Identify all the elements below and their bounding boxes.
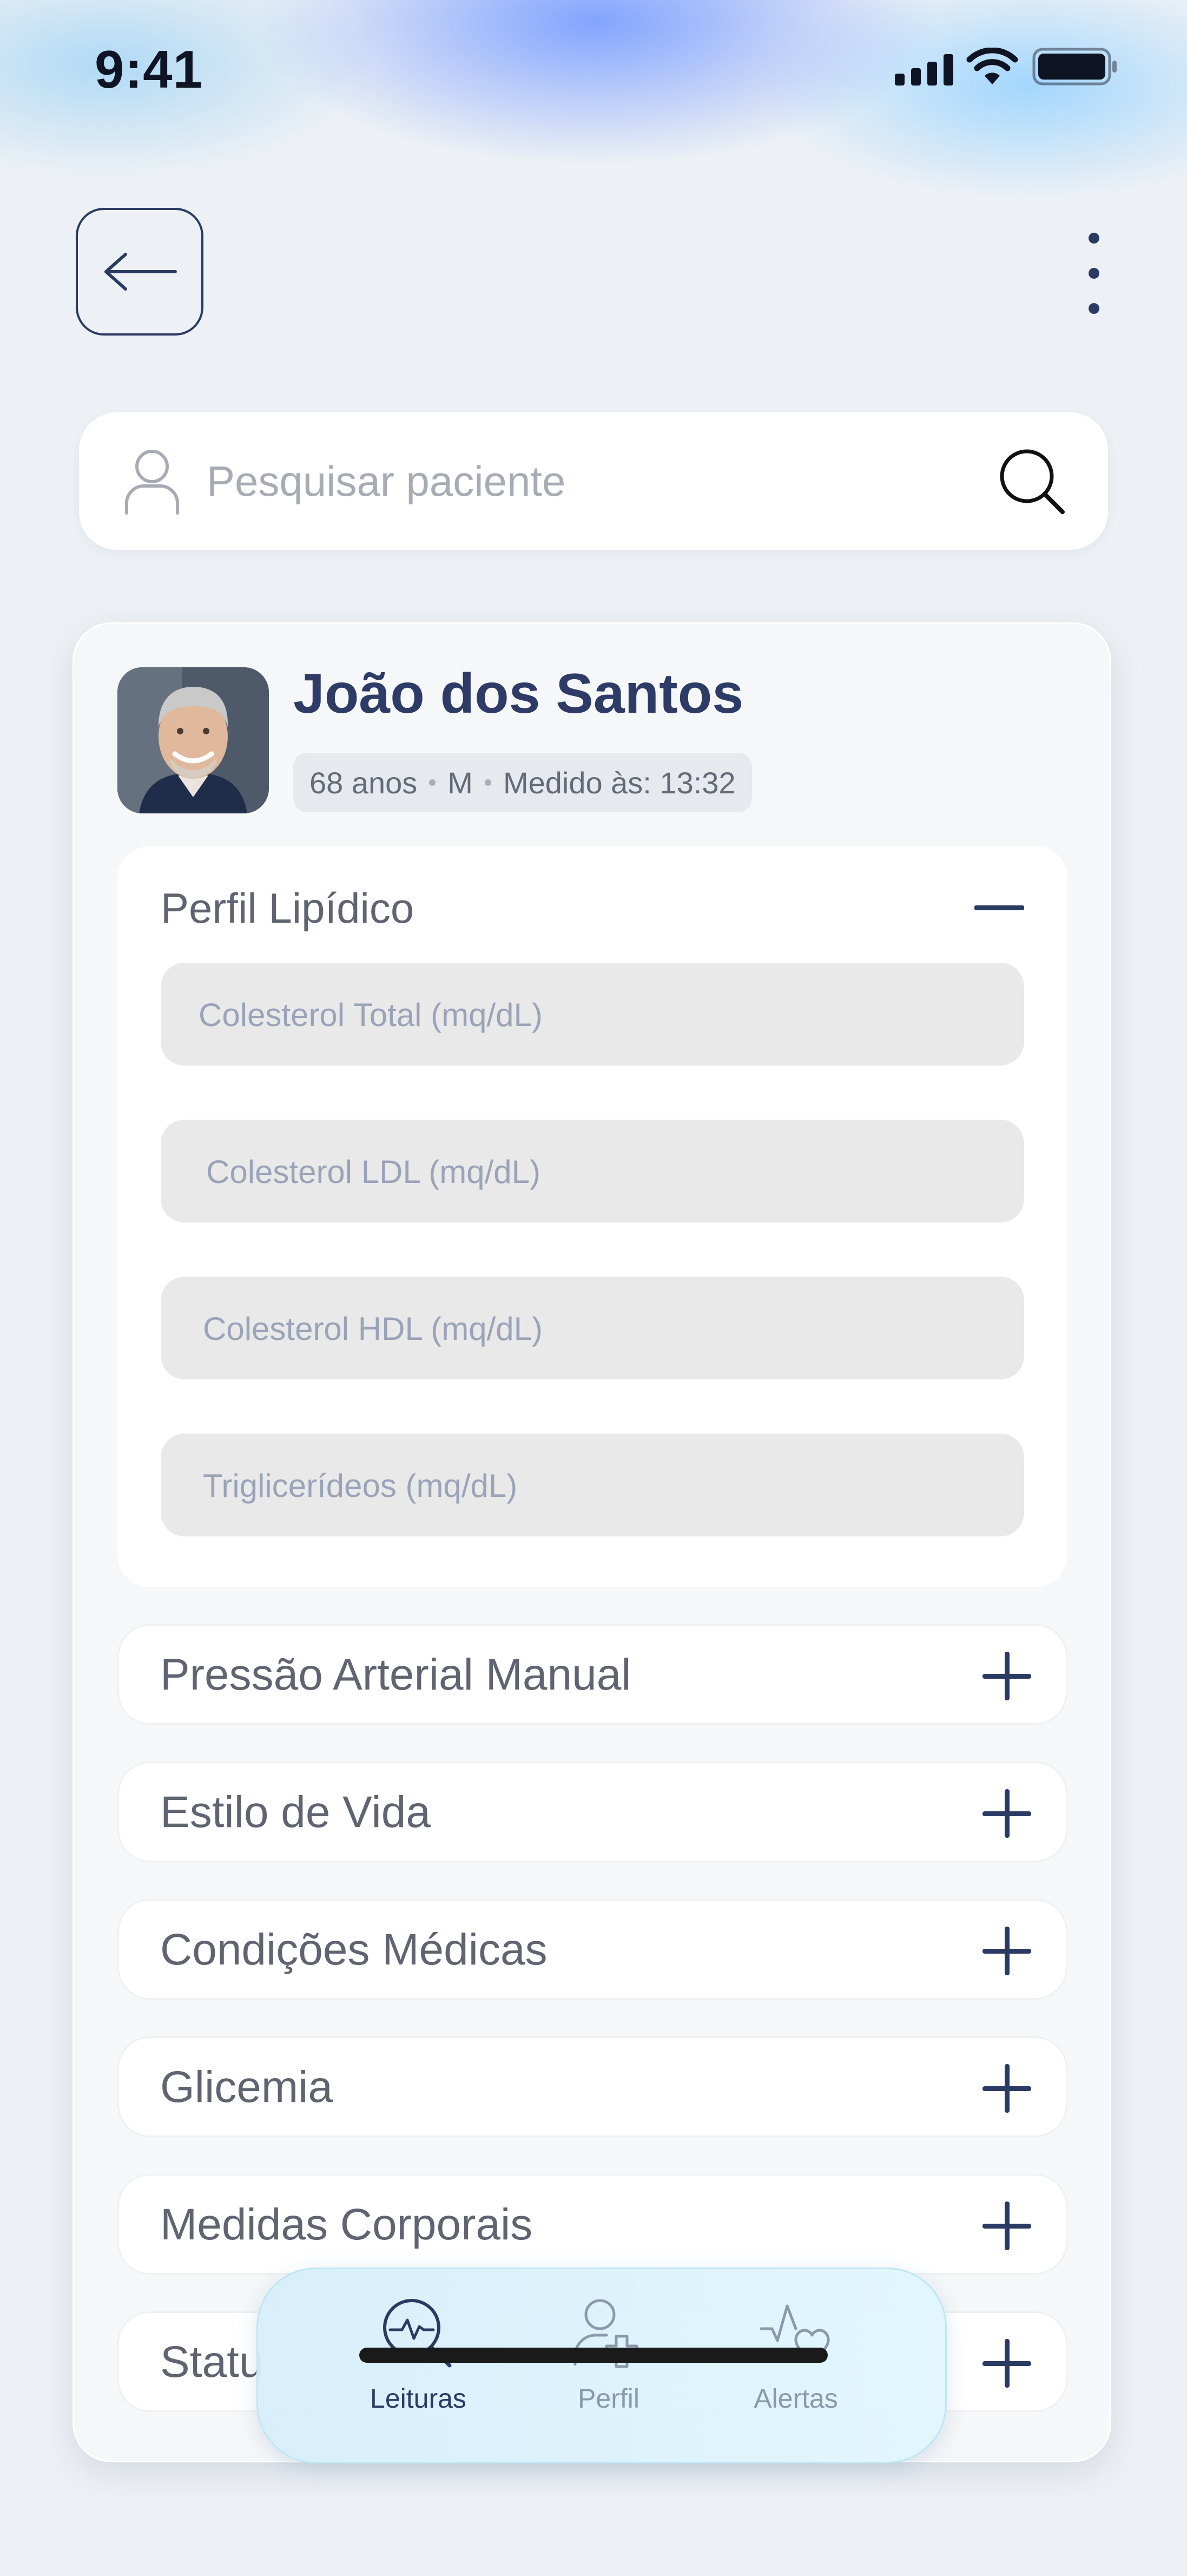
tab-label: Alertas [754,2383,838,2414]
measured-time: Medido às: 13:32 [503,765,736,800]
user-icon [125,450,179,515]
signal-icon [895,53,954,88]
wifi-icon [966,47,1018,88]
section-label: Condições Médicas [160,1925,548,1974]
separator-dot [429,779,436,786]
more-dot [1089,268,1099,279]
arrow-left-icon [104,253,177,291]
field-placeholder: Triglicerídeos (mq/dL) [203,1468,518,1504]
section-label: Estilo de Vida [160,1788,431,1837]
more-dot [1089,303,1099,314]
patient-sex: M [447,765,473,800]
tab-perfil[interactable]: Perfil [527,2296,690,2437]
home-indicator [359,2348,828,2363]
section-title: Perfil Lipídico [161,884,414,932]
battery-icon [1032,48,1119,88]
patient-card: João dos Santos 68 anos M Medido às: 13:… [72,622,1111,2462]
patient-name: João dos Santos [293,662,744,725]
bottom-tab-bar: Leituras Perfil Alertas [256,2268,947,2463]
tab-leituras[interactable]: Leituras [337,2296,499,2437]
tab-label: Leituras [370,2383,466,2414]
collapse-icon[interactable] [974,905,1024,910]
separator-dot [484,779,491,786]
hdl-cholesterol-field[interactable]: Colesterol HDL (mq/dL) [161,1277,1024,1379]
tab-label: Perfil [578,2383,639,2414]
field-placeholder: Colesterol LDL (mq/dL) [206,1154,541,1190]
section-row-lifestyle[interactable]: Estilo de Vida [117,1762,1067,1862]
field-placeholder: Colesterol Total (mq/dL) [199,997,543,1033]
section-label: Pressão Arterial Manual [160,1650,631,1699]
more-dot [1089,233,1099,244]
section-label: Statu [160,2337,264,2387]
search-input[interactable]: Pesquisar paciente [207,457,565,506]
plus-icon[interactable] [982,1789,1031,1838]
tab-alertas[interactable]: Alertas [715,2296,877,2437]
patient-search-bar[interactable]: Pesquisar paciente [79,412,1108,550]
total-cholesterol-field[interactable]: Colesterol Total (mq/dL) [161,963,1024,1066]
plus-icon[interactable] [982,2064,1031,2113]
status-time: 9:41 [95,40,203,99]
section-row-body-measures[interactable]: Medidas Corporais [117,2174,1067,2275]
plus-icon[interactable] [982,1927,1031,1975]
section-label: Medidas Corporais [160,2200,533,2249]
field-placeholder: Colesterol HDL (mq/dL) [203,1311,543,1347]
ldl-cholesterol-field[interactable]: Colesterol LDL (mq/dL) [161,1120,1024,1223]
search-icon[interactable] [999,448,1066,515]
patient-avatar [117,667,269,813]
triglycerides-field[interactable]: Triglicerídeos (mq/dL) [161,1434,1024,1536]
section-row-glycemia[interactable]: Glicemia [117,2036,1067,2137]
patient-age: 68 anos [309,765,418,800]
lipid-profile-section: Perfil Lipídico Colesterol Total (mq/dL)… [117,846,1067,1587]
patient-meta-badge: 68 anos M Medido às: 13:32 [293,753,752,812]
more-options-button[interactable] [1078,233,1110,314]
section-row-medical-conditions[interactable]: Condições Médicas [117,1899,1067,2000]
section-row-blood-pressure[interactable]: Pressão Arterial Manual [117,1624,1067,1725]
plus-icon[interactable] [982,2202,1031,2250]
plus-icon[interactable] [982,1652,1031,1700]
back-button[interactable] [76,208,203,336]
plus-icon[interactable] [982,2339,1031,2388]
section-label: Glicemia [160,2062,333,2112]
